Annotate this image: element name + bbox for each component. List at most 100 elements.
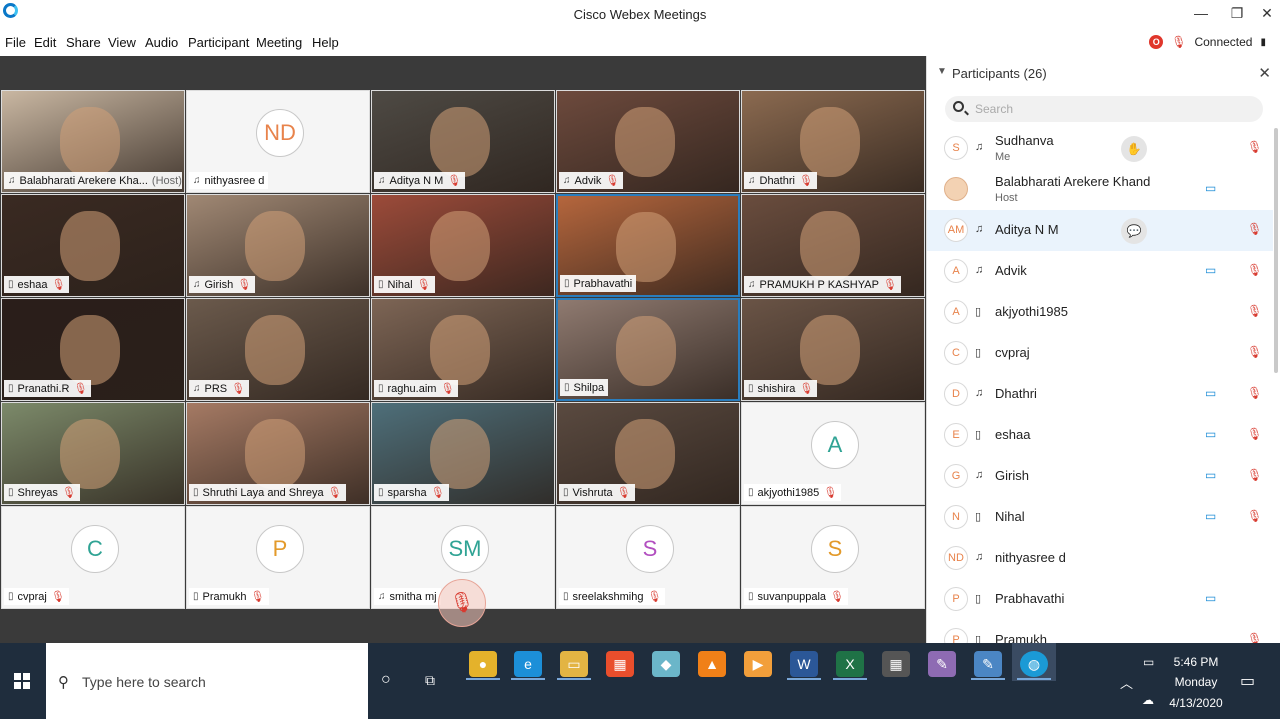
menu-help[interactable]: Help — [312, 35, 339, 50]
mic-muted-icon[interactable]: 🎙 — [1247, 263, 1262, 277]
panel-close-icon[interactable]: ✕ — [1258, 64, 1271, 82]
mic-muted-icon[interactable]: 🎙 — [1247, 140, 1262, 154]
participant-tile[interactable]: ▯ Prabhavathi — [556, 194, 740, 297]
participant-tile[interactable]: P ▯ Pramukh 🎙 — [186, 506, 370, 609]
task-view-icon[interactable]: ⧉ — [425, 672, 435, 689]
edge-icon[interactable]: e — [514, 651, 542, 677]
participant-tile[interactable]: ♫ Girish 🎙 — [186, 194, 370, 297]
mic-muted-icon[interactable]: 🎙 — [1247, 222, 1262, 236]
participant-tile[interactable]: ▯ Vishruta 🎙 — [556, 402, 740, 505]
participant-list[interactable]: S ♫ Sudhanva Me ✋ 🎙 Balabharati Arekere Khand H… — [927, 128, 1280, 643]
onedrive-cloud-icon[interactable]: ☁ — [1142, 693, 1154, 707]
file-explorer-icon[interactable]: ▭ — [560, 651, 588, 677]
start-button[interactable] — [14, 673, 30, 689]
word-icon[interactable]: W — [790, 651, 818, 677]
taskbar-search-box[interactable]: ⚲ Type here to search — [46, 643, 368, 719]
participant-tile[interactable]: ND ♫ nithyasree d — [186, 90, 370, 193]
video-stage: ♫ Balabharati Arekere Kha... (Host) ND ♫ nith… — [0, 56, 926, 643]
mic-muted-icon[interactable]: 🎙 — [1247, 345, 1262, 359]
video-grid: ♫ Balabharati Arekere Kha... (Host) ND ♫ nith… — [0, 90, 926, 610]
menu-participant[interactable]: Participant — [188, 35, 249, 50]
participant-row[interactable]: D ♫ Dhathri ▭ 🎙 — [927, 374, 1273, 415]
paint3d-icon[interactable]: ✎ — [974, 651, 1002, 677]
cortana-icon[interactable]: ○ — [381, 671, 391, 689]
battery-icon[interactable]: ▭ — [1143, 655, 1154, 669]
participant-row[interactable]: E ▯ eshaa ▭ 🎙 — [927, 415, 1273, 456]
participant-tile[interactable]: ▯ eshaa 🎙 — [1, 194, 185, 297]
recording-badge[interactable]: O — [1149, 35, 1164, 49]
excel-icon[interactable]: X — [836, 651, 864, 677]
menu-edit[interactable]: Edit — [34, 35, 56, 50]
paint-icon[interactable]: ✎ — [928, 651, 956, 677]
mic-muted-icon[interactable]: 🎙 — [1247, 632, 1262, 643]
participant-tile[interactable]: ♫ PRAMUKH P KASHYAP 🎙 — [741, 194, 925, 297]
clock-day[interactable]: Monday — [1165, 675, 1227, 689]
participant-tile[interactable]: ▯ Nihal 🎙 — [371, 194, 555, 297]
tile-name: eshaa — [17, 278, 48, 291]
collapse-chevron-icon[interactable]: ▼ — [937, 66, 947, 77]
menu-meeting[interactable]: Meeting — [256, 35, 302, 50]
participant-tile[interactable]: C ▯ cvpraj 🎙 — [1, 506, 185, 609]
participant-row[interactable]: A ▯ akjyothi1985 🎙 — [927, 292, 1273, 333]
notifications-icon[interactable]: ▭ — [1240, 671, 1255, 691]
participant-row[interactable]: ND ♫ nithyasree d — [927, 538, 1273, 579]
participant-search-input[interactable]: Search — [945, 96, 1263, 122]
participant-tile[interactable]: A ▯ akjyothi1985 🎙 — [741, 402, 925, 505]
participant-tile[interactable]: ▯ sparsha 🎙 — [371, 402, 555, 505]
chat-icon[interactable]: 💬 — [1121, 218, 1147, 244]
participant-tile[interactable]: ▯ Pranathi.R 🎙 — [1, 298, 185, 401]
participant-row[interactable]: P ▯ Prabhavathi ▭ — [927, 579, 1273, 620]
minimize-button[interactable]: — — [1186, 2, 1216, 24]
floating-mute-button[interactable]: 🎙 — [438, 579, 486, 627]
menu-audio[interactable]: Audio — [145, 35, 178, 50]
participant-tile[interactable]: ♫ Balabharati Arekere Kha... (Host) — [1, 90, 185, 193]
participant-avatar: C — [944, 341, 968, 365]
tile-name: Advik — [574, 174, 602, 187]
menu-share[interactable]: Share — [66, 35, 101, 50]
participant-tile[interactable]: ▯ shishira 🎙 — [741, 298, 925, 401]
participant-tile[interactable]: ♫ PRS 🎙 — [186, 298, 370, 401]
participant-scrollbar[interactable] — [1274, 128, 1278, 373]
store-icon[interactable]: ▦ — [606, 651, 634, 677]
participant-tile[interactable]: S ▯ suvanpuppala 🎙 — [741, 506, 925, 609]
participant-tile[interactable]: ▯ Shreyas 🎙 — [1, 402, 185, 505]
chrome-icon[interactable]: ● — [469, 651, 497, 677]
close-button[interactable]: ✕ — [1252, 2, 1280, 24]
mic-muted-icon: 🎙 — [799, 383, 814, 395]
participant-row[interactable]: C ▯ cvpraj 🎙 — [927, 333, 1273, 374]
mic-muted-icon[interactable]: 🎙 — [1247, 304, 1262, 318]
calculator-icon[interactable]: ▦ — [882, 651, 910, 677]
participant-row[interactable]: A ♫ Advik ▭ 🎙 — [927, 251, 1273, 292]
participant-name: eshaa — [995, 427, 1031, 442]
participant-row[interactable]: Balabharati Arekere Khand Host ▭ — [927, 169, 1273, 210]
participant-row[interactable]: P ▯ Pramukh 🎙 — [927, 620, 1273, 643]
participant-tile[interactable]: ♫ Aditya N M 🎙 — [371, 90, 555, 193]
mic-muted-icon[interactable]: 🎙 — [1247, 427, 1262, 441]
participant-tile[interactable]: ▯ raghu.aim 🎙 — [371, 298, 555, 401]
mic-muted-icon[interactable]: 🎙 — [1247, 386, 1262, 400]
participant-row[interactable]: S ♫ Sudhanva Me ✋ 🎙 — [927, 128, 1273, 169]
mic-muted-icon[interactable]: 🎙 — [1247, 509, 1262, 523]
participant-tile[interactable]: ♫ Dhathri 🎙 — [741, 90, 925, 193]
restore-button[interactable]: ❐ — [1222, 2, 1252, 24]
menu-view[interactable]: View — [108, 35, 136, 50]
participant-tile[interactable]: ▯ Shruthi Laya and Shreya 🎙 — [186, 402, 370, 505]
webex-taskbar-icon[interactable]: ◍ — [1020, 651, 1048, 677]
clock-time[interactable]: 5:46 PM — [1165, 655, 1227, 669]
mic-muted-icon[interactable]: 🎙 — [1247, 468, 1262, 482]
participant-row[interactable]: AM ♫ Aditya N M 💬 🎙 — [927, 210, 1273, 251]
clock-date[interactable]: 4/13/2020 — [1165, 696, 1227, 710]
participant-tile[interactable]: S ▯ sreelakshmihg 🎙 — [556, 506, 740, 609]
app-icon[interactable]: ◆ — [652, 651, 680, 677]
media-player-icon[interactable]: ▶ — [744, 651, 772, 677]
menu-file[interactable]: File — [5, 35, 26, 50]
participant-tile[interactable]: ♫ Advik 🎙 — [556, 90, 740, 193]
raise-hand-icon[interactable]: ✋ — [1121, 136, 1147, 162]
connected-label[interactable]: Connected — [1194, 35, 1252, 49]
participant-row[interactable]: G ♫ Girish ▭ 🎙 — [927, 456, 1273, 497]
participant-row[interactable]: N ▯ Nihal ▭ 🎙 — [927, 497, 1273, 538]
show-hidden-icons-chevron[interactable]: ︿ — [1120, 673, 1133, 692]
participant-tile[interactable]: ▯ Shilpa — [556, 298, 740, 401]
vlc-icon[interactable]: ▲ — [698, 651, 726, 677]
participant-name: Advik — [995, 263, 1027, 278]
